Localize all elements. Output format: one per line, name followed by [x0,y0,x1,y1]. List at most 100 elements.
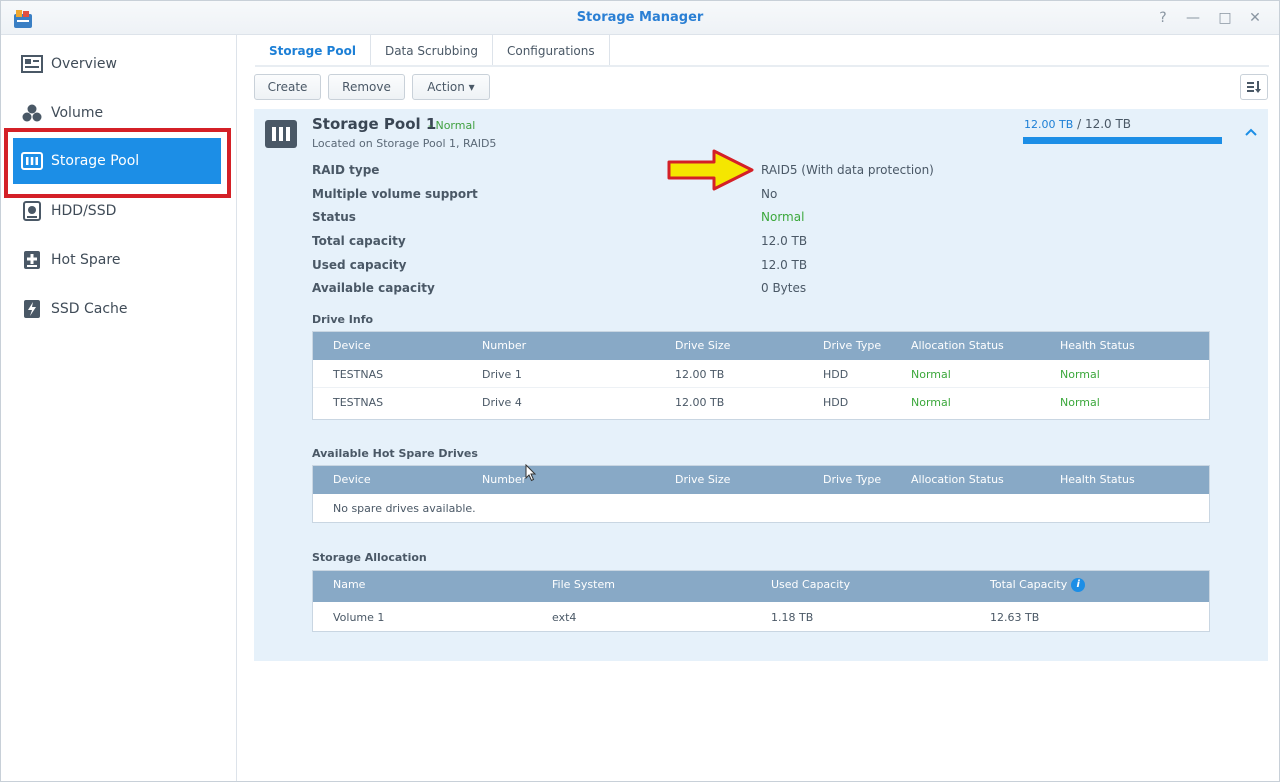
storage-pool-icon [265,120,297,148]
prop-value-total-capacity: 12.0 TB [761,234,808,248]
tab-bar: Storage Pool Data Scrubbing Configuratio… [255,35,610,67]
table-header: Device Number Drive Size Drive Type Allo… [313,332,1209,360]
prop-value-status: Normal [761,210,805,224]
column-header: Used Capacity [771,578,851,591]
cell-health-status: Normal [1060,396,1100,409]
storage-pool-panel: Storage Pool 1 - Normal Located on Stora… [254,109,1268,661]
column-header: Health Status [1060,339,1135,352]
table-row[interactable]: Volume 1 ext4 1.18 TB 12.63 TB [313,602,1209,632]
action-button[interactable]: Action ▾ [412,74,490,100]
sidebar-item-ssd-cache[interactable]: SSD Cache [13,286,221,332]
prop-value-available-capacity: 0 Bytes [761,281,807,295]
sidebar-item-label: Overview [51,56,117,72]
column-header: Allocation Status [911,473,1004,486]
window-title: Storage Manager [576,10,704,25]
remove-button[interactable]: Remove [328,74,405,100]
prop-label-status: Status [312,210,356,224]
column-header: Drive Size [675,473,731,486]
close-button[interactable]: ✕ [1245,8,1265,28]
column-header: Number [482,339,527,352]
column-header: Drive Size [675,339,731,352]
prop-label-total-capacity: Total capacity [312,234,406,248]
sidebar-item-label: HDD/SSD [51,203,117,219]
column-header: Device [333,473,371,486]
hot-spare-icon [21,249,43,271]
column-header: Total Capacity [990,578,1068,591]
sort-icon [1247,81,1261,93]
table-header: Name File System Used Capacity Total Cap… [313,571,1209,602]
cell-allocation-status: Normal [911,396,951,409]
column-header: Device [333,339,371,352]
overview-icon [21,53,43,75]
capacity-total: / 12.0 TB [1073,117,1132,131]
hot-spare-table: Device Number Drive Size Drive Type Allo… [312,465,1210,523]
cell-drive-size: 12.00 TB [675,368,725,381]
hdd-icon [21,200,43,222]
help-button[interactable]: ? [1153,8,1173,28]
create-button[interactable]: Create [254,74,321,100]
prop-value-multi-volume: No [761,187,778,201]
tab-data-scrubbing[interactable]: Data Scrubbing [371,35,493,67]
capacity-summary: 12.00 TB / 12.0 TB [1024,117,1131,131]
hot-spare-title: Available Hot Spare Drives [312,447,478,460]
mouse-cursor-icon [525,464,537,482]
sidebar: Overview Volume Storage Pool HDD/SSD Hot… [1,35,237,781]
prop-value-raid-type: RAID5 (With data protection) [761,163,934,177]
pool-status: - Normal [428,119,476,132]
table-row[interactable]: TESTNAS Drive 1 12.00 TB HDD Normal Norm… [313,360,1209,388]
pool-name: Storage Pool 1 [312,115,437,133]
cell-number: Drive 4 [482,396,522,409]
table-header: Device Number Drive Size Drive Type Allo… [313,466,1209,494]
ssd-cache-icon [21,298,43,320]
capacity-bar [1023,137,1222,144]
column-header-total-capacity: Total Capacity i [990,578,1086,592]
prop-label-available-capacity: Available capacity [312,281,435,295]
prop-value-used-capacity: 12.0 TB [761,258,808,272]
sidebar-item-label: Hot Spare [51,252,121,268]
cell-device: TESTNAS [333,368,384,381]
prop-label-used-capacity: Used capacity [312,258,407,272]
tab-configurations[interactable]: Configurations [493,35,610,67]
column-header: Name [333,578,366,591]
cell-used-capacity: 1.18 TB [771,611,814,624]
cell-device: TESTNAS [333,396,384,409]
sidebar-item-overview[interactable]: Overview [13,41,221,87]
column-header: Health Status [1060,473,1135,486]
maximize-button[interactable]: □ [1215,8,1235,28]
title-bar: Storage Manager ? — □ ✕ [1,1,1279,35]
cell-drive-type: HDD [823,396,849,409]
sidebar-item-label: Volume [51,105,104,121]
sort-button[interactable] [1240,74,1268,100]
cell-allocation-status: Normal [911,368,951,381]
minimize-button[interactable]: — [1183,8,1203,28]
column-header: Drive Type [823,339,882,352]
empty-row: No spare drives available. [313,494,1209,522]
sidebar-item-label: SSD Cache [51,301,128,317]
collapse-chevron-icon[interactable] [1243,124,1259,140]
tab-storage-pool[interactable]: Storage Pool [255,35,371,67]
allocation-title: Storage Allocation [312,551,427,564]
column-header: Drive Type [823,473,882,486]
capacity-used: 12.00 TB [1024,118,1074,131]
highlight-box [4,128,231,198]
sidebar-item-hot-spare[interactable]: Hot Spare [13,237,221,283]
empty-message: No spare drives available. [333,502,476,515]
drive-info-table: Device Number Drive Size Drive Type Allo… [312,331,1210,420]
annotation-arrow-icon [667,149,754,191]
storage-manager-window: Storage Manager ? — □ ✕ Overview Volume … [0,0,1280,782]
tab-divider [255,65,1269,67]
cell-drive-size: 12.00 TB [675,396,725,409]
cell-total-capacity: 12.63 TB [990,611,1040,624]
column-header: Allocation Status [911,339,1004,352]
capacity-bar-fill [1023,137,1222,144]
volume-icon [21,102,43,124]
cell-name: Volume 1 [333,611,385,624]
table-row[interactable]: TESTNAS Drive 4 12.00 TB HDD Normal Norm… [313,388,1209,416]
info-icon[interactable]: i [1071,578,1086,592]
allocation-table: Name File System Used Capacity Total Cap… [312,570,1210,632]
prop-label-raid-type: RAID type [312,163,380,177]
cell-health-status: Normal [1060,368,1100,381]
cell-number: Drive 1 [482,368,522,381]
cell-drive-type: HDD [823,368,849,381]
pool-location: Located on Storage Pool 1, RAID5 [312,137,497,150]
